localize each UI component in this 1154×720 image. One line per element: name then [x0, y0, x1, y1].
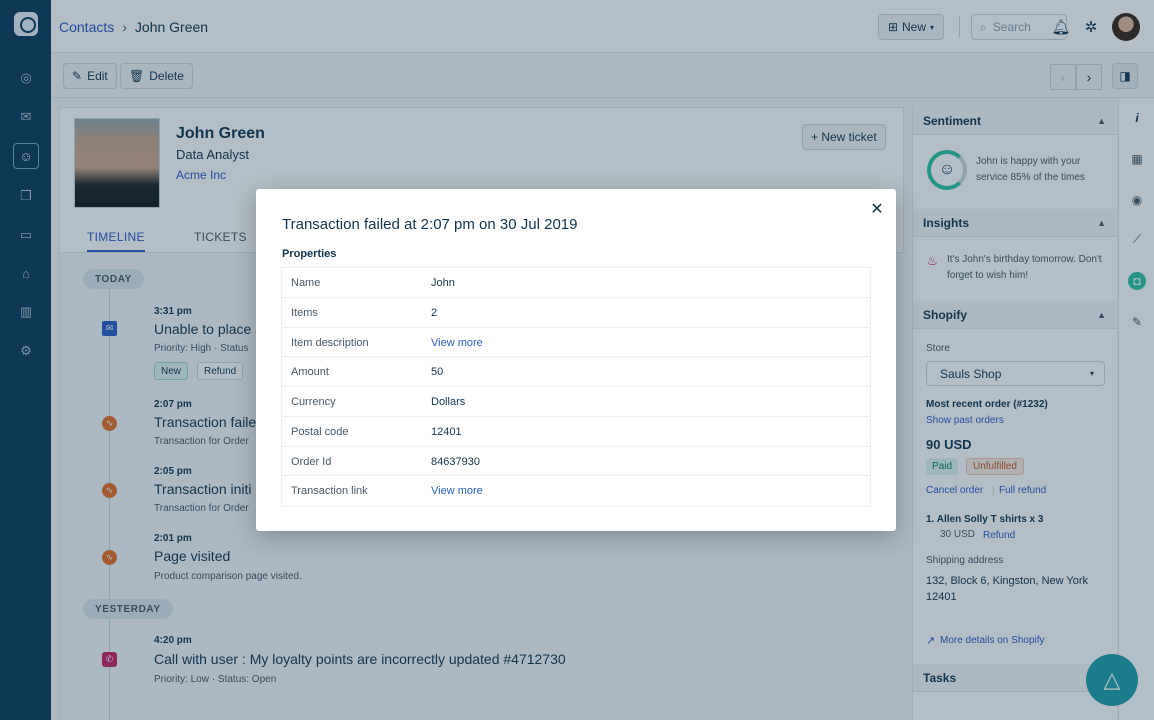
table-row: Name John	[282, 268, 870, 298]
property-value: Dollars	[431, 396, 466, 408]
table-row: Item description View more	[282, 328, 870, 358]
table-row: Amount 50	[282, 357, 870, 387]
table-row: Items 2	[282, 298, 870, 328]
property-key: Postal code	[291, 425, 349, 438]
transaction-link[interactable]: View more	[431, 485, 483, 497]
property-key: Name	[291, 277, 321, 289]
close-icon[interactable]: ✕	[868, 200, 886, 218]
property-value: 12401	[431, 425, 462, 438]
property-value: 2	[431, 306, 438, 319]
property-value: John	[431, 277, 455, 289]
property-value: 84637930	[431, 455, 480, 468]
view-more-link[interactable]: View more	[431, 337, 483, 349]
properties-table: Name John Items 2 Item description View …	[281, 267, 871, 507]
table-row: Transaction link View more	[282, 476, 870, 506]
properties-label: Properties	[282, 248, 337, 260]
property-key: Amount	[291, 366, 329, 379]
modal-title: Transaction failed at 2:07 pm on 30 Jul …	[282, 216, 578, 233]
property-value: 50	[431, 366, 444, 379]
property-key: Transaction link	[291, 485, 368, 498]
property-key: Item description	[291, 336, 369, 349]
table-row: Order Id 84637930	[282, 447, 870, 477]
property-key: Currency	[291, 396, 336, 408]
table-row: Postal code 12401	[282, 417, 870, 447]
table-row: Currency Dollars	[282, 387, 870, 417]
transaction-modal: Transaction failed at 2:07 pm on 30 Jul …	[256, 189, 896, 531]
property-key: Items	[291, 306, 318, 319]
property-key: Order Id	[291, 455, 332, 468]
